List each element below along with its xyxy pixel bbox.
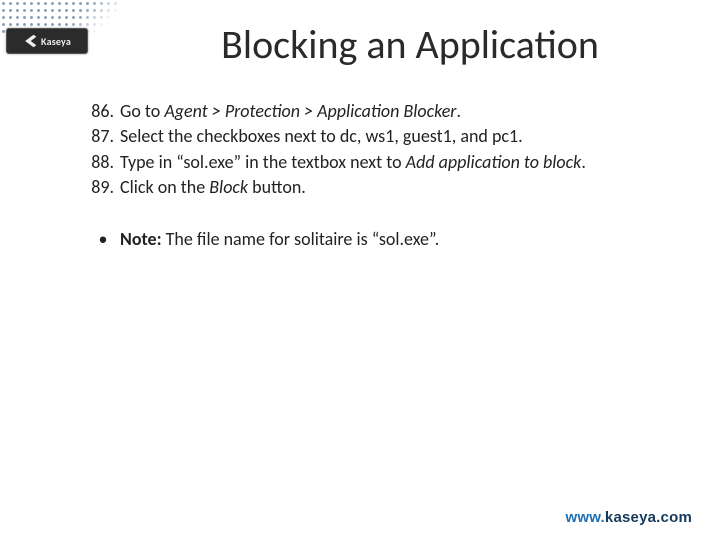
list-number: 89. <box>86 176 120 199</box>
list-number: 87. <box>86 125 120 148</box>
brand-logo: Kaseya <box>6 28 88 54</box>
list-item: Select the checkboxes next to dc, ws1, g… <box>120 125 680 148</box>
footer-url-domain: kaseya.com <box>605 509 692 526</box>
slide-title: Blocking an Application <box>120 20 700 69</box>
note-text: Note: The file name for solitaire is “so… <box>120 228 680 251</box>
slide-body: 86. Go to Agent > Protection > Applicati… <box>86 100 680 251</box>
list-item: Click on the Block button. <box>120 176 680 199</box>
slide: Kaseya Blocking an Application 86. Go to… <box>0 0 720 540</box>
footer-url: www.kaseya.com <box>566 509 693 526</box>
logo-mark-icon <box>23 34 37 48</box>
list-number: 86. <box>86 100 120 123</box>
footer-url-prefix: www. <box>566 509 605 526</box>
brand-name: Kaseya <box>41 35 71 48</box>
corner-graphic: Kaseya <box>0 0 120 80</box>
bullet-icon: • <box>86 228 120 251</box>
list-item: Go to Agent > Protection > Application B… <box>120 100 680 123</box>
note-block: • Note: The file name for solitaire is “… <box>86 228 680 251</box>
numbered-list: 86. Go to Agent > Protection > Applicati… <box>86 100 680 200</box>
list-item: Type in “sol.exe” in the textbox next to… <box>120 151 680 174</box>
list-number: 88. <box>86 151 120 174</box>
